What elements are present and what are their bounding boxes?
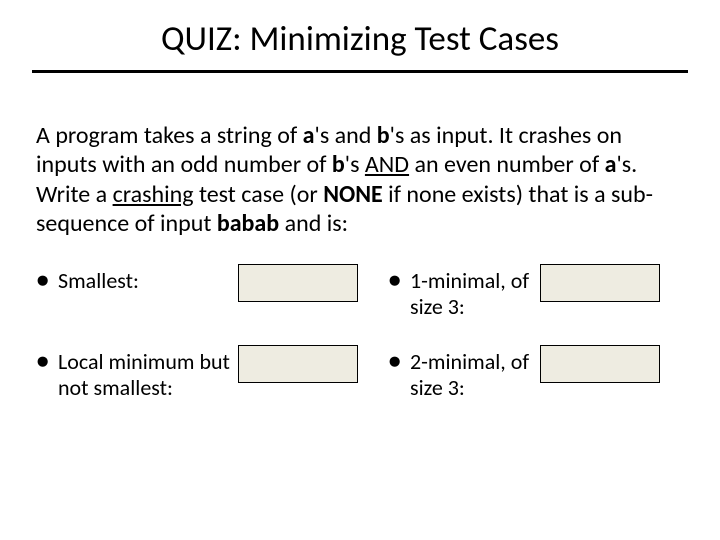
prompt-text: and is: (279, 209, 348, 238)
prompt-text: 's (345, 150, 365, 179)
answer-box-1minimal[interactable] (540, 264, 660, 302)
bullet-icon: ● (36, 268, 58, 292)
letter-a: a (605, 150, 617, 179)
letter-a: a (303, 121, 315, 150)
underline-crashing: crashing (113, 180, 194, 209)
letter-b: b (377, 121, 390, 150)
bullet-icon: ● (36, 349, 58, 373)
item-smallest-label: Smallest: (58, 268, 238, 294)
item-localmin-label: Local minimum but not smallest: (58, 349, 238, 402)
item-2minimal-label: 2-minimal, of size 3: (410, 349, 540, 402)
title-rule (32, 70, 688, 73)
quiz-prompt: A program takes a string of a's and b's … (36, 121, 684, 238)
bullet-icon: ● (388, 268, 410, 292)
answer-grid: ● Smallest: ● 1-minimal, of size 3: ● Lo… (36, 268, 688, 402)
answer-box-2minimal[interactable] (540, 345, 660, 383)
prompt-text: an even number of (409, 150, 605, 179)
bold-none: NONE (323, 180, 383, 209)
letter-b: b (332, 150, 345, 179)
answer-box-smallest[interactable] (238, 264, 358, 302)
bold-babab: babab (217, 209, 279, 238)
bullet-icon: ● (388, 349, 410, 373)
slide: QUIZ: Minimizing Test Cases A program ta… (0, 0, 720, 540)
prompt-text: 's and (315, 121, 377, 150)
prompt-text: test case (or (194, 180, 324, 209)
slide-title: QUIZ: Minimizing Test Cases (32, 18, 688, 70)
underline-and: AND (365, 150, 409, 179)
answer-box-localmin[interactable] (238, 345, 358, 383)
item-1minimal-label: 1-minimal, of size 3: (410, 268, 540, 321)
prompt-text: A program takes a string of (36, 121, 303, 150)
